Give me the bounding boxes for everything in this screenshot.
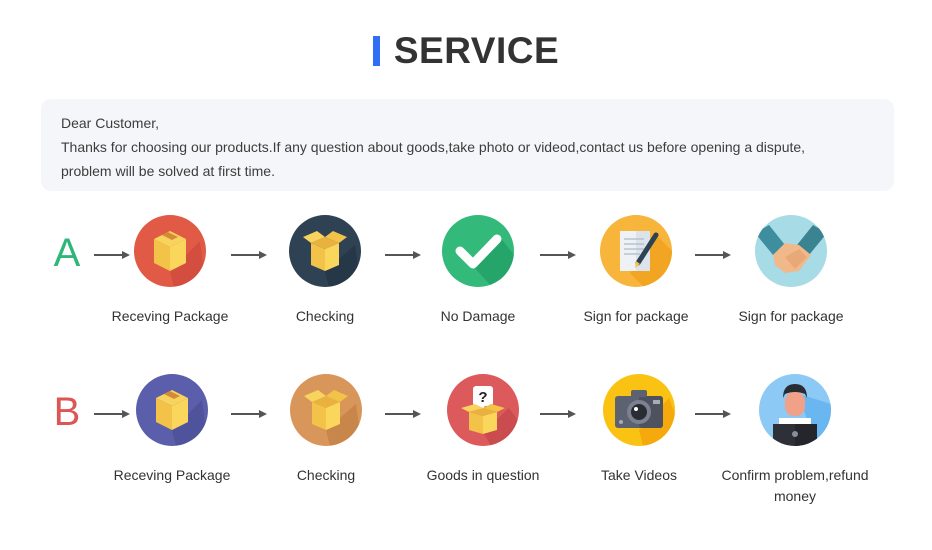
step-a2: Checking	[250, 213, 400, 327]
flow-letter-b: B	[53, 390, 81, 434]
page-title: SERVICE	[372, 30, 560, 72]
step-label: Sign for package	[583, 308, 689, 324]
step-label: Sign for package	[738, 308, 844, 324]
step-b2: Checking	[251, 372, 401, 486]
notice-greeting: Dear Customer,	[61, 115, 160, 131]
support-agent-icon	[759, 374, 831, 446]
step-label: Checking	[295, 308, 355, 324]
step-label: Take Videos	[600, 467, 677, 483]
step-b5: Confirm problem,refund money	[720, 372, 870, 507]
step-b4: Take Videos	[564, 372, 714, 486]
step-label: No Damage	[440, 308, 516, 324]
step-label: Receving Package	[113, 467, 231, 483]
camera-icon	[603, 374, 675, 446]
step-b1: Receving Package	[97, 372, 247, 486]
package-icon	[134, 215, 206, 287]
open-box-icon	[290, 374, 362, 446]
document-sign-icon	[600, 215, 672, 287]
flow-letter-a: A	[53, 231, 81, 275]
package-icon	[136, 374, 208, 446]
step-label: Goods in question	[426, 467, 540, 483]
notice-line-1: Thanks for choosing our products.If any …	[61, 139, 806, 155]
handshake-icon	[755, 215, 827, 287]
flow-b: B Receving Package Checking ? Goods in q…	[0, 372, 932, 504]
step-label: Checking	[296, 467, 356, 483]
title-accent-bar	[372, 36, 380, 66]
step-a1: Receving Package	[95, 213, 245, 327]
customer-notice: Dear Customer, Thanks for choosing our p…	[41, 99, 894, 191]
header: SERVICE	[0, 30, 932, 72]
title-text: SERVICE	[393, 30, 560, 71]
flow-a: A Receving Package Checking No Damage Si…	[0, 213, 932, 333]
question-box-icon: ?	[447, 374, 519, 446]
step-a4: Sign for package	[561, 213, 711, 327]
checkmark-icon	[442, 215, 514, 287]
step-label: Receving Package	[111, 308, 229, 324]
step-b3: ? Goods in question	[408, 372, 558, 486]
notice-line-2: problem will be solved at first time.	[61, 163, 275, 179]
step-a5: Sign for package	[716, 213, 866, 327]
open-box-icon	[289, 215, 361, 287]
svg-text:?: ?	[478, 389, 487, 406]
step-label: Confirm problem,refund money	[721, 467, 869, 504]
step-a3: No Damage	[403, 213, 553, 327]
